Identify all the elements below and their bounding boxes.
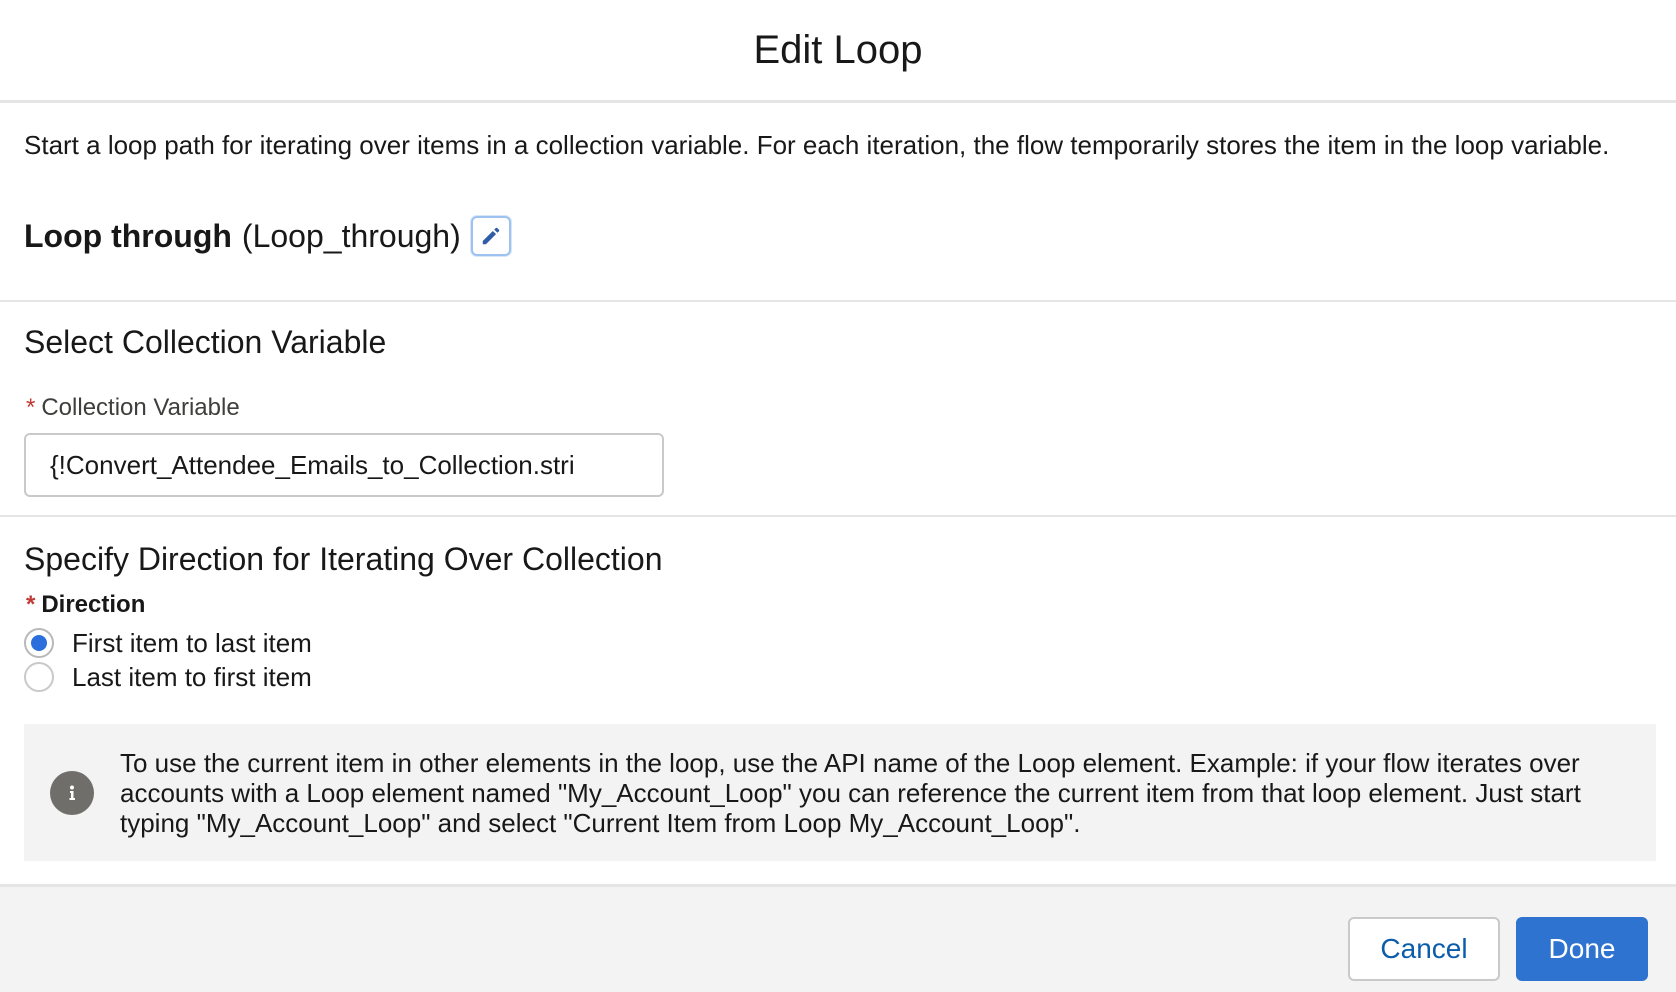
info-icon bbox=[50, 771, 94, 815]
radio-last-to-first[interactable]: Last item to first item bbox=[24, 660, 312, 694]
collection-variable-input[interactable] bbox=[24, 433, 664, 497]
element-api-name: (Loop_through) bbox=[241, 217, 461, 254]
direction-section-title: Specify Direction for Iterating Over Col… bbox=[24, 541, 663, 577]
modal-description: Start a loop path for iterating over ite… bbox=[24, 130, 1610, 160]
edit-name-button[interactable] bbox=[470, 216, 511, 256]
modal-header: Edit Loop bbox=[0, 0, 1676, 103]
info-text: To use the current item in other element… bbox=[120, 748, 1581, 838]
section-divider bbox=[0, 300, 1676, 302]
radio-dot bbox=[31, 635, 47, 651]
required-marker: * bbox=[26, 394, 36, 421]
required-marker: * bbox=[26, 591, 36, 618]
collection-variable-label-text: Collection Variable bbox=[41, 394, 240, 421]
radio-label: First item to last item bbox=[72, 627, 312, 658]
modal-title: Edit Loop bbox=[753, 27, 923, 72]
done-button[interactable]: Done bbox=[1516, 917, 1648, 981]
cancel-button[interactable]: Cancel bbox=[1348, 917, 1500, 981]
modal-footer: Cancel Done bbox=[0, 884, 1676, 992]
element-name-row: Loop through (Loop_through) bbox=[24, 214, 511, 258]
direction-label-text: Direction bbox=[41, 591, 146, 618]
pencil-icon bbox=[482, 227, 499, 245]
info-glyph bbox=[69, 785, 75, 800]
radio-button[interactable] bbox=[24, 662, 54, 692]
direction-label: * Direction bbox=[26, 591, 145, 619]
info-box: To use the current item in other element… bbox=[24, 724, 1656, 861]
radio-button-selected[interactable] bbox=[24, 628, 54, 658]
edit-loop-modal: Edit Loop Start a loop path for iteratin… bbox=[0, 0, 1676, 992]
section-divider bbox=[0, 515, 1676, 517]
element-label: Loop through bbox=[24, 217, 232, 254]
collection-section-title: Select Collection Variable bbox=[24, 324, 387, 360]
radio-first-to-last[interactable]: First item to last item bbox=[24, 626, 312, 660]
radio-label: Last item to first item bbox=[72, 661, 312, 692]
collection-variable-label: * Collection Variable bbox=[26, 394, 240, 422]
